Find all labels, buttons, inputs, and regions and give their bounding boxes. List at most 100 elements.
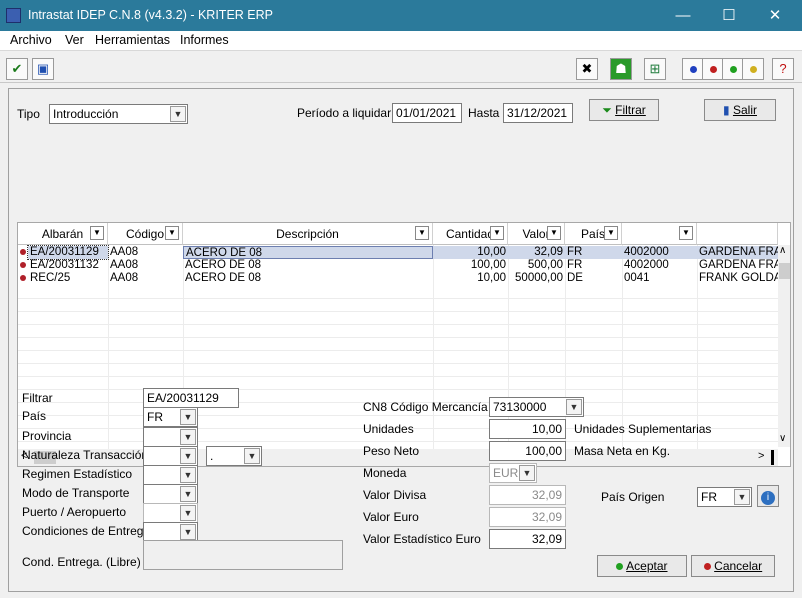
unidades-field[interactable]: 10,00 [489, 419, 566, 439]
regimen-select[interactable]: ▼ [143, 465, 198, 485]
desde-field[interactable]: 01/01/2021 [392, 103, 462, 123]
table-row[interactable]: REC/25 AA08 ACERO DE 08 10,00 50000,00 D… [18, 272, 778, 285]
scroll-up-icon[interactable]: ∧ [779, 245, 786, 256]
exit-run-icon[interactable]: ☗ [610, 58, 632, 80]
estadistico-field[interactable]: 32,09 [489, 529, 566, 549]
moneda-select[interactable]: EUR ▼ [489, 463, 537, 483]
menu-herramientas[interactable]: Herramientas [95, 33, 170, 47]
filtrar-field[interactable]: EA/20031129 [143, 388, 239, 408]
pais-origen-select[interactable]: FR ▼ [697, 487, 752, 507]
header-nombre[interactable] [697, 223, 778, 245]
cell-codigo[interactable]: AA08 [108, 272, 183, 285]
divisa-field[interactable]: 32,09 [489, 485, 566, 505]
header-cantidad[interactable]: Cantidad ▼ [433, 223, 508, 245]
red-dot-icon[interactable] [702, 58, 724, 80]
cell-cantidad[interactable]: 10,00 [433, 272, 508, 285]
condiciones-select[interactable]: ▼ [143, 522, 198, 542]
excel-icon[interactable]: ⊞ [644, 58, 666, 80]
save-icon[interactable]: ▣ [32, 58, 54, 80]
header-valor[interactable]: Valor ▼ [508, 223, 565, 245]
scroll-right-icon[interactable]: > [758, 450, 764, 462]
chevron-down-icon[interactable]: ▼ [415, 226, 429, 240]
cancelar-button[interactable]: Cancelar [691, 555, 775, 577]
naturaleza-select[interactable]: ▼ [143, 446, 198, 466]
cell-albaran[interactable]: REC/25 [28, 272, 108, 285]
chevron-down-icon[interactable]: ▼ [165, 226, 179, 240]
cell-valor[interactable]: 500,00 [508, 259, 565, 272]
hasta-field[interactable]: 31/12/2021 [503, 103, 573, 123]
chevron-down-icon[interactable]: ▼ [566, 399, 582, 415]
chevron-down-icon[interactable]: ▼ [244, 448, 260, 464]
chevron-down-icon[interactable]: ▼ [170, 106, 186, 122]
vertical-scrollbar[interactable]: ∧ ∨ [778, 245, 790, 447]
yellow-dot-icon[interactable] [742, 58, 764, 80]
chevron-down-icon[interactable]: ▼ [180, 429, 196, 445]
puerto-select[interactable]: ▼ [143, 503, 198, 523]
cell-valor[interactable]: 32,09 [508, 246, 565, 259]
cond-libre-field[interactable] [143, 540, 343, 570]
chevron-down-icon[interactable]: ▼ [180, 409, 196, 425]
cell-codigo[interactable]: AA08 [108, 259, 183, 272]
maximize-button[interactable]: ☐ [706, 0, 752, 31]
cell-descripcion[interactable]: ACERO DE 08 [183, 259, 433, 272]
chevron-down-icon[interactable]: ▼ [180, 524, 196, 540]
cell-albaran[interactable]: EA/20031132 [28, 259, 108, 272]
header-pais[interactable]: País ▼ [565, 223, 622, 245]
cell-cuenta[interactable]: 4002000 [622, 246, 697, 259]
salir-button[interactable]: ▮ Salir [704, 99, 776, 121]
header-codigo[interactable]: Código ▼ [108, 223, 183, 245]
close-button[interactable]: ✕ [752, 0, 798, 31]
chevron-down-icon[interactable]: ▼ [90, 226, 104, 240]
cell-pais[interactable]: FR [565, 246, 622, 259]
menu-informes[interactable]: Informes [180, 33, 229, 47]
scroll-thumb[interactable] [779, 263, 790, 279]
chevron-down-icon[interactable]: ▼ [180, 486, 196, 502]
cell-codigo[interactable]: AA08 [108, 246, 183, 259]
cell-cantidad[interactable]: 10,00 [433, 246, 508, 259]
tipo-select[interactable]: Introducción ▼ [49, 104, 188, 124]
cell-pais[interactable]: FR [565, 259, 622, 272]
chevron-down-icon[interactable]: ▼ [547, 226, 561, 240]
chevron-down-icon[interactable]: ▼ [679, 226, 693, 240]
chevron-down-icon[interactable]: ▼ [734, 489, 750, 505]
table-row[interactable]: EA/20031132 AA08 ACERO DE 08 100,00 500,… [18, 259, 778, 272]
chevron-down-icon[interactable]: ▼ [604, 226, 618, 240]
validate-icon[interactable]: ✔ [6, 58, 28, 80]
header-albaran[interactable]: Albarán ▼ [18, 223, 108, 245]
help-icon[interactable]: ? [772, 58, 794, 80]
header-cuenta[interactable]: ▼ [622, 223, 697, 245]
green-dot-icon[interactable] [722, 58, 744, 80]
provincia-select[interactable]: ▼ [143, 427, 198, 447]
cell-nombre[interactable]: GARDENA FRA [697, 259, 778, 272]
chevron-down-icon[interactable]: ▼ [180, 448, 196, 464]
cell-cuenta[interactable]: 0041 [622, 272, 697, 285]
menu-archivo[interactable]: Archivo [10, 33, 52, 47]
cn8-select[interactable]: 73130000 ▼ [489, 397, 584, 417]
info-button[interactable]: i [757, 485, 779, 507]
table-row[interactable]: EA/20031129 AA08 ACERO DE 08 10,00 32,09… [18, 245, 778, 260]
pais-select[interactable]: FR ▼ [143, 407, 198, 427]
chevron-down-icon[interactable]: ▼ [180, 467, 196, 483]
blue-dot-icon[interactable] [682, 58, 704, 80]
chevron-down-icon[interactable]: ▼ [180, 505, 196, 521]
cell-pais[interactable]: DE [565, 272, 622, 285]
naturaleza-sub-select[interactable]: . ▼ [206, 446, 262, 466]
modo-transporte-select[interactable]: ▼ [143, 484, 198, 504]
euro-field[interactable]: 32,09 [489, 507, 566, 527]
minimize-button[interactable]: — [660, 0, 706, 31]
cell-descripcion[interactable]: ACERO DE 08 [183, 246, 433, 259]
cell-descripcion[interactable]: ACERO DE 08 [183, 272, 433, 285]
scroll-down-icon[interactable]: ∨ [779, 433, 786, 444]
cell-cuenta[interactable]: 4002000 [622, 259, 697, 272]
aceptar-button[interactable]: Aceptar [597, 555, 687, 577]
tools-icon[interactable]: ✖ [576, 58, 598, 80]
peso-field[interactable]: 100,00 [489, 441, 566, 461]
chevron-down-icon[interactable]: ▼ [490, 226, 504, 240]
cell-nombre[interactable]: FRANK GOLDA [697, 272, 778, 285]
filtrar-button[interactable]: ⏷ Filtrar [589, 99, 659, 121]
cell-cantidad[interactable]: 100,00 [433, 259, 508, 272]
cell-nombre[interactable]: GARDENA FRA [697, 246, 778, 259]
header-descripcion[interactable]: Descripción ▼ [183, 223, 433, 245]
menu-ver[interactable]: Ver [65, 33, 84, 47]
cell-valor[interactable]: 50000,00 [508, 272, 565, 285]
